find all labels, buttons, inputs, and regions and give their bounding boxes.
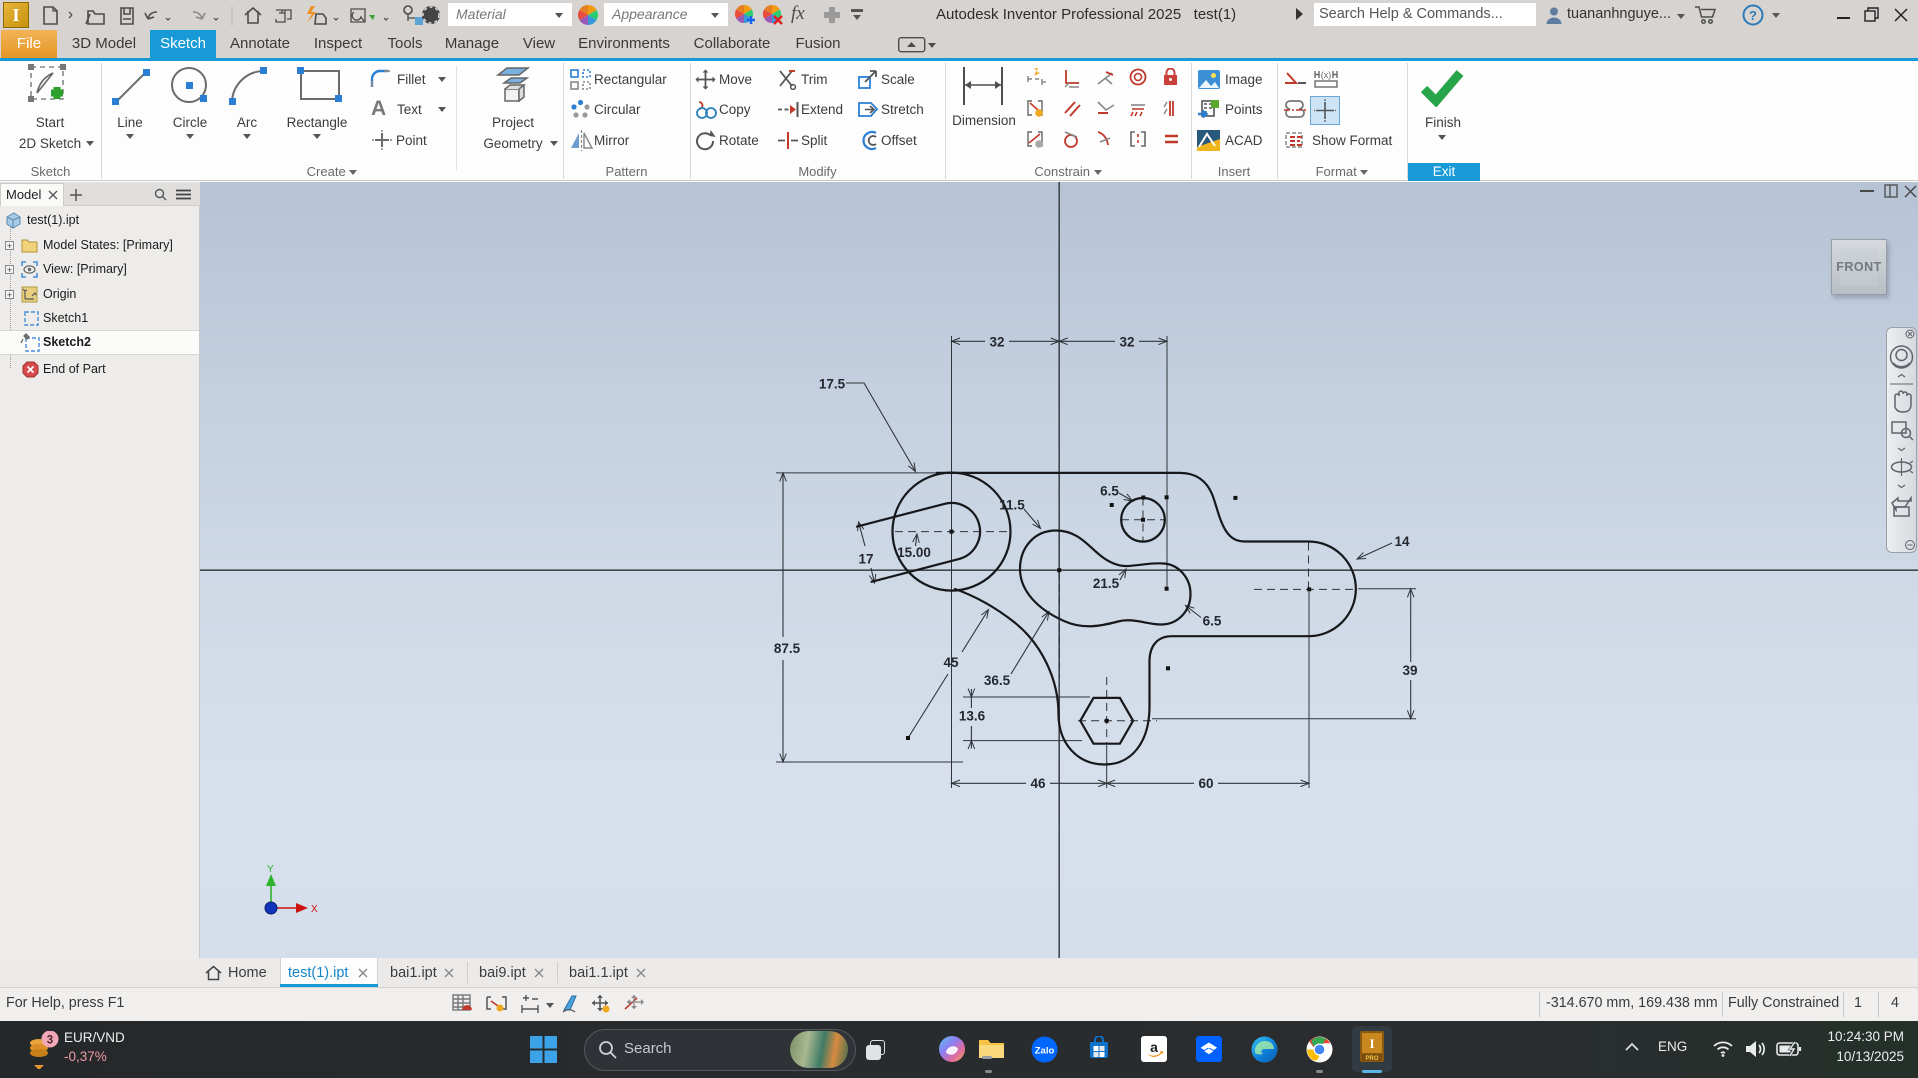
svg-text:46: 46: [1030, 776, 1046, 791]
svg-text:21.5: 21.5: [1093, 576, 1120, 591]
svg-text:17: 17: [858, 552, 873, 567]
svg-text:60: 60: [1198, 776, 1213, 791]
svg-text:(x): (x): [1321, 70, 1332, 80]
svg-text:11.5: 11.5: [999, 498, 1025, 513]
svg-text:3: 3: [47, 1035, 53, 1047]
svg-text:PRO: PRO: [1365, 1056, 1378, 1062]
svg-text:36.5: 36.5: [984, 673, 1011, 688]
svg-text:14: 14: [1394, 534, 1410, 549]
svg-text:32: 32: [989, 335, 1004, 350]
svg-text:13.6: 13.6: [959, 709, 986, 724]
svg-text:a: a: [1150, 1039, 1158, 1055]
svg-text:17.5: 17.5: [819, 377, 846, 392]
svg-text:6.5: 6.5: [1100, 484, 1119, 499]
svg-text:87.5: 87.5: [774, 641, 801, 656]
svg-text:Y: Y: [267, 864, 274, 875]
svg-text:39: 39: [1402, 663, 1417, 678]
svg-text:15.00: 15.00: [897, 545, 931, 560]
svg-text:X: X: [311, 904, 318, 915]
svg-text:?: ?: [1749, 8, 1757, 23]
svg-text:Zalo: Zalo: [1035, 1046, 1055, 1057]
svg-text:45: 45: [943, 655, 959, 670]
svg-text:I: I: [1369, 1036, 1374, 1051]
svg-text:6.5: 6.5: [1203, 614, 1222, 629]
svg-text:32: 32: [1119, 335, 1134, 350]
